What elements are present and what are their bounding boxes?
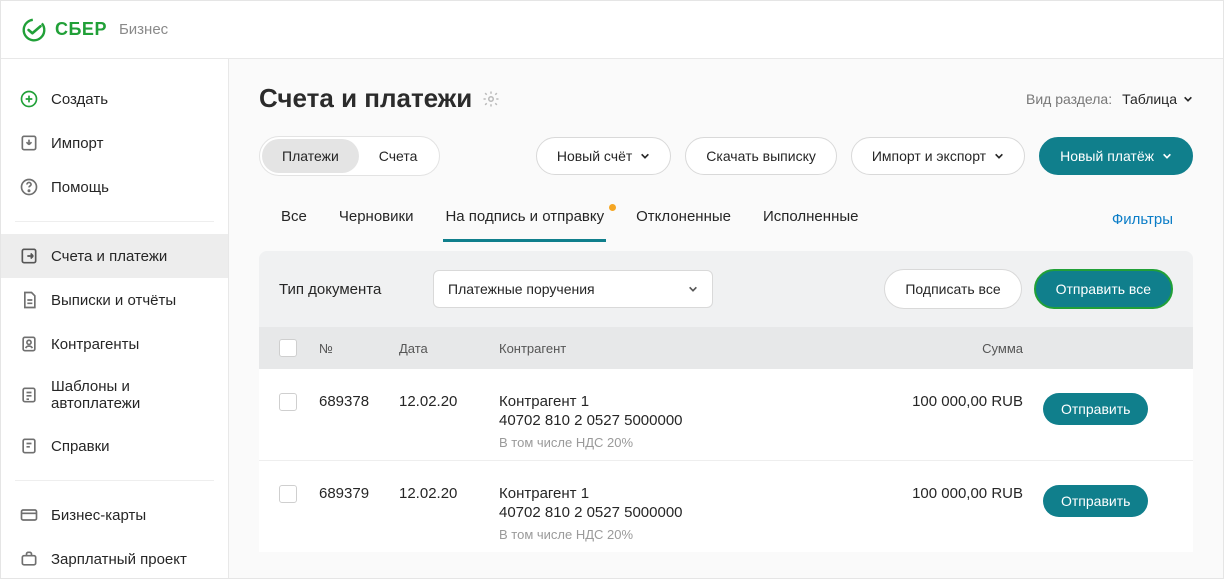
cell-amount: 100 000,00 RUB xyxy=(863,393,1043,410)
chevron-down-icon xyxy=(688,284,698,294)
view-mode-label: Вид раздела: xyxy=(1026,91,1112,107)
arrow-out-box-icon xyxy=(19,246,39,266)
button-label: Новый платёж xyxy=(1060,148,1154,164)
cell-party-name: Контрагент 1 xyxy=(499,485,863,502)
sidebar-label: Выписки и отчёты xyxy=(51,292,176,309)
sidebar-label: Счета и платежи xyxy=(51,248,167,265)
cell-vat-note: В том числе НДС 20% xyxy=(499,435,863,450)
button-label: Новый счёт xyxy=(557,148,632,164)
doc-type-label: Тип документа xyxy=(279,281,409,298)
new-account-button[interactable]: Новый счёт xyxy=(536,137,671,175)
chevron-down-icon xyxy=(994,151,1004,161)
import-export-button[interactable]: Импорт и экспорт xyxy=(851,137,1025,175)
cell-date: 12.02.20 xyxy=(399,485,499,502)
cell-party-account: 40702 810 2 0527 5000000 xyxy=(499,412,863,429)
help-circle-icon xyxy=(19,177,39,197)
cell-amount: 100 000,00 RUB xyxy=(863,485,1043,502)
cell-date: 12.02.20 xyxy=(399,393,499,410)
cell-party-name: Контрагент 1 xyxy=(499,393,863,410)
chevron-down-icon xyxy=(1183,94,1193,104)
filter-panel: Тип документа Платежные поручения Подпис… xyxy=(259,251,1193,327)
table-row[interactable]: 689378 12.02.20 Контрагент 1 40702 810 2… xyxy=(259,369,1193,461)
sidebar-payroll[interactable]: Зарплатный проект xyxy=(1,537,228,578)
brand-name: СБЕР xyxy=(55,19,107,40)
sidebar-create[interactable]: Создать xyxy=(1,77,228,121)
new-payment-button[interactable]: Новый платёж xyxy=(1039,137,1193,175)
send-all-button[interactable]: Отправить все xyxy=(1034,269,1173,309)
select-all-checkbox[interactable] xyxy=(279,339,297,357)
table-header: № Дата Контрагент Сумма xyxy=(259,327,1193,369)
cell-party-account: 40702 810 2 0527 5000000 xyxy=(499,504,863,521)
cell-vat-note: В том числе НДС 20% xyxy=(499,527,863,542)
sidebar-label: Помощь xyxy=(51,179,109,196)
view-mode-value: Таблица xyxy=(1122,91,1177,107)
template-icon xyxy=(19,385,39,405)
sidebar-statements[interactable]: Выписки и отчёты xyxy=(1,278,228,322)
sidebar-label: Справки xyxy=(51,438,110,455)
brand-logo[interactable]: СБЕР Бизнес xyxy=(21,17,168,43)
tab-rejected[interactable]: Отклоненные xyxy=(634,198,733,241)
chevron-down-icon xyxy=(640,151,650,161)
certificate-icon xyxy=(19,436,39,456)
sidebar-counterparties[interactable]: Контрагенты xyxy=(1,322,228,366)
tab-executed[interactable]: Исполненные xyxy=(761,198,861,241)
sidebar-label: Зарплатный проект xyxy=(51,551,187,568)
seg-accounts[interactable]: Счета xyxy=(359,139,438,173)
seg-payments[interactable]: Платежи xyxy=(262,139,359,173)
th-party: Контрагент xyxy=(499,341,863,356)
sidebar-certificates[interactable]: Справки xyxy=(1,424,228,468)
plus-circle-icon xyxy=(19,89,39,109)
row-send-button[interactable]: Отправить xyxy=(1043,393,1148,425)
table-row[interactable]: 689379 12.02.20 Контрагент 1 40702 810 2… xyxy=(259,461,1193,552)
sidebar-accounts-payments[interactable]: Счета и платежи xyxy=(1,234,228,278)
sidebar-label: Контрагенты xyxy=(51,336,139,353)
contacts-icon xyxy=(19,334,39,354)
th-number: № xyxy=(319,341,399,356)
gear-icon[interactable] xyxy=(482,90,500,108)
sidebar-label: Создать xyxy=(51,91,108,108)
row-checkbox[interactable] xyxy=(279,393,297,411)
card-icon xyxy=(19,505,39,525)
tab-to-sign[interactable]: На подпись и отправку xyxy=(443,198,606,242)
import-icon xyxy=(19,133,39,153)
tab-drafts[interactable]: Черновики xyxy=(337,198,416,241)
button-label: Скачать выписку xyxy=(706,148,816,164)
button-label: Импорт и экспорт xyxy=(872,148,986,164)
segmented-control: Платежи Счета xyxy=(259,136,440,176)
main-content: Счета и платежи Вид раздела: Таблица Пла… xyxy=(229,59,1223,578)
cell-number: 689379 xyxy=(319,485,399,502)
row-checkbox[interactable] xyxy=(279,485,297,503)
sber-logo-icon xyxy=(21,17,47,43)
tab-label: На подпись и отправку xyxy=(445,208,604,225)
th-date: Дата xyxy=(399,341,499,356)
brand-sub: Бизнес xyxy=(119,21,168,38)
tab-all[interactable]: Все xyxy=(279,198,309,241)
sidebar-separator xyxy=(15,480,214,481)
document-icon xyxy=(19,290,39,310)
sidebar-help[interactable]: Помощь xyxy=(1,165,228,209)
cell-number: 689378 xyxy=(319,393,399,410)
doc-type-select[interactable]: Платежные поручения xyxy=(433,270,713,308)
sidebar-templates[interactable]: Шаблоны и автоплатежи xyxy=(1,366,228,424)
sidebar-label: Бизнес-карты xyxy=(51,507,146,524)
th-amount: Сумма xyxy=(863,341,1043,356)
status-tabs: Все Черновики На подпись и отправку Откл… xyxy=(279,198,860,241)
view-mode-select[interactable]: Таблица xyxy=(1122,91,1193,107)
sidebar-business-cards[interactable]: Бизнес-карты xyxy=(1,493,228,537)
sidebar-label: Импорт xyxy=(51,135,103,152)
sign-all-button[interactable]: Подписать все xyxy=(884,269,1021,309)
page-title: Счета и платежи xyxy=(259,83,472,114)
notification-dot-icon xyxy=(609,204,616,211)
filters-link[interactable]: Фильтры xyxy=(1112,211,1173,228)
select-value: Платежные поручения xyxy=(448,281,595,297)
chevron-down-icon xyxy=(1162,151,1172,161)
sidebar-import[interactable]: Импорт xyxy=(1,121,228,165)
app-header: СБЕР Бизнес xyxy=(1,1,1223,59)
briefcase-icon xyxy=(19,549,39,569)
sidebar: Создать Импорт Помощь Счета и платежи xyxy=(1,59,229,578)
row-send-button[interactable]: Отправить xyxy=(1043,485,1148,517)
download-statement-button[interactable]: Скачать выписку xyxy=(685,137,837,175)
sidebar-label: Шаблоны и автоплатежи xyxy=(51,378,210,412)
sidebar-separator xyxy=(15,221,214,222)
